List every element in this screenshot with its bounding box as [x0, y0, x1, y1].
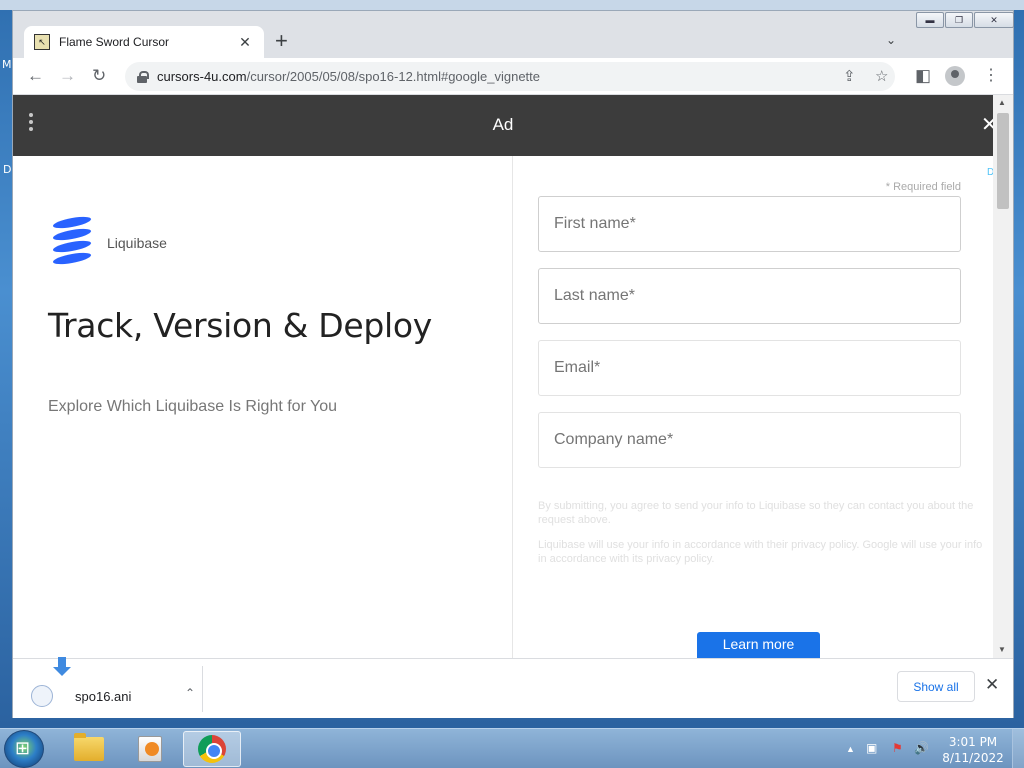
download-file-name: spo16.ani	[75, 689, 132, 704]
download-arrow-icon	[53, 657, 71, 679]
required-field-note: * Required field	[885, 181, 961, 193]
first-name-field[interactable]	[538, 196, 961, 252]
ad-bar-title: Ad	[492, 115, 514, 134]
desktop-icon-label-d: D	[3, 163, 12, 176]
system-clock[interactable]: 3:01 PM 8/11/2022	[940, 734, 1006, 766]
minimize-button[interactable]: ▬	[916, 12, 944, 28]
desktop-top-strip	[0, 0, 1024, 10]
share-icon[interactable]: ⇪	[843, 67, 856, 85]
address-bar[interactable]: cursors-4u.com/cursor/2005/05/08/spo16-1…	[125, 62, 895, 91]
clock-time: 3:01 PM	[948, 735, 998, 749]
email-field[interactable]	[538, 340, 961, 396]
download-options-chevron-icon[interactable]: ⌃	[185, 686, 195, 700]
show-desktop-button[interactable]	[1012, 729, 1024, 768]
scroll-down-arrow[interactable]: ▼	[998, 645, 1006, 654]
window-controls: ▬ ❐ ✕	[916, 12, 1015, 28]
page-content: Ad ✕ Liquibase Track, Version & Deploy E…	[13, 95, 993, 658]
last-name-field[interactable]	[538, 268, 961, 324]
back-arrow-icon[interactable]: ←	[27, 66, 44, 86]
ad-creative-panel[interactable]: Liquibase Track, Version & Deploy Explor…	[23, 156, 513, 658]
brand-name: Liquibase	[107, 235, 167, 251]
media-player-icon	[138, 736, 162, 762]
start-button[interactable]	[4, 730, 44, 768]
new-tab-button[interactable]: +	[275, 30, 288, 52]
clock-date: 8/11/2022	[942, 751, 1004, 765]
ad-headline: Track, Version & Deploy	[48, 306, 433, 345]
page-scrollbar[interactable]: ▲ ▼	[993, 95, 1013, 658]
cursor-favicon-icon: ↖	[34, 34, 50, 50]
file-icon	[31, 685, 53, 707]
download-shelf-close-icon[interactable]: ✕	[985, 675, 999, 695]
disclaimer-text: By submitting, you agree to send your in…	[538, 500, 974, 526]
network-icon[interactable]: ▣	[866, 741, 877, 755]
liquibase-logo-icon	[53, 214, 91, 267]
desktop-icon-label-m: M	[2, 58, 12, 71]
taskbar-explorer-button[interactable]	[60, 731, 118, 767]
tab-flame-sword-cursor[interactable]: ↖ Flame Sword Cursor ✕	[24, 26, 264, 58]
side-panel-icon[interactable]: ◧	[915, 66, 931, 86]
company-name-field[interactable]	[538, 412, 961, 468]
scroll-up-arrow[interactable]: ▲	[998, 98, 1006, 107]
action-center-flag-icon[interactable]: ⚑	[892, 741, 903, 755]
volume-icon[interactable]: 🔊	[914, 741, 929, 755]
chrome-icon	[198, 735, 226, 763]
url-host: cursors-4u.com	[157, 69, 247, 84]
download-item[interactable]: spo16.ani ⌃	[25, 657, 205, 709]
taskbar: ▲ ▣ ⚑ 🔊 3:01 PM 8/11/2022	[0, 728, 1024, 768]
taskbar-media-player-button[interactable]	[121, 731, 179, 767]
ad-subheadline: Explore Which Liquibase Is Right for You	[48, 398, 338, 415]
ad-close-icon[interactable]: ✕	[981, 112, 993, 137]
taskbar-chrome-button[interactable]	[183, 731, 241, 767]
url-text[interactable]: cursors-4u.com/cursor/2005/05/08/spo16-1…	[157, 69, 540, 84]
tab-title: Flame Sword Cursor	[59, 35, 170, 49]
profile-avatar-icon[interactable]	[945, 66, 965, 86]
maximize-button[interactable]: ❐	[945, 12, 973, 28]
lock-icon[interactable]	[137, 70, 149, 83]
download-shelf: spo16.ani ⌃ Show all ✕	[13, 657, 1013, 718]
tray-expand-icon[interactable]: ▲	[846, 744, 855, 754]
tab-strip: ↖ Flame Sword Cursor ✕ + ⌄ ▬ ❐ ✕	[13, 11, 1015, 58]
tab-search-icon[interactable]: ⌄	[886, 33, 896, 47]
scroll-thumb[interactable]	[997, 113, 1009, 209]
folder-icon	[74, 733, 104, 761]
download-separator	[202, 666, 203, 712]
url-path: /cursor/2005/05/08/spo16-12.html#google_…	[246, 69, 541, 84]
browser-menu-icon[interactable]: ⋮	[983, 65, 999, 85]
tab-close-icon[interactable]: ✕	[236, 34, 254, 51]
learn-more-button[interactable]: Learn more	[697, 632, 820, 658]
window-close-button[interactable]: ✕	[974, 12, 1014, 28]
lead-form-panel: * Required field By submitting, you agre…	[514, 156, 993, 658]
bookmark-star-icon[interactable]: ☆	[875, 67, 888, 85]
browser-window: ↖ Flame Sword Cursor ✕ + ⌄ ▬ ❐ ✕ ← → ↻ c…	[12, 10, 1014, 718]
forward-arrow-icon[interactable]: →	[59, 66, 76, 86]
show-all-button[interactable]: Show all	[897, 671, 975, 702]
browser-toolbar: ← → ↻ cursors-4u.com/cursor/2005/05/08/s…	[13, 58, 1013, 95]
ad-vignette-bar: Ad ✕	[13, 95, 993, 156]
privacy-text: Liquibase will use your info in accordan…	[538, 539, 983, 565]
reload-icon[interactable]: ↻	[92, 66, 106, 86]
